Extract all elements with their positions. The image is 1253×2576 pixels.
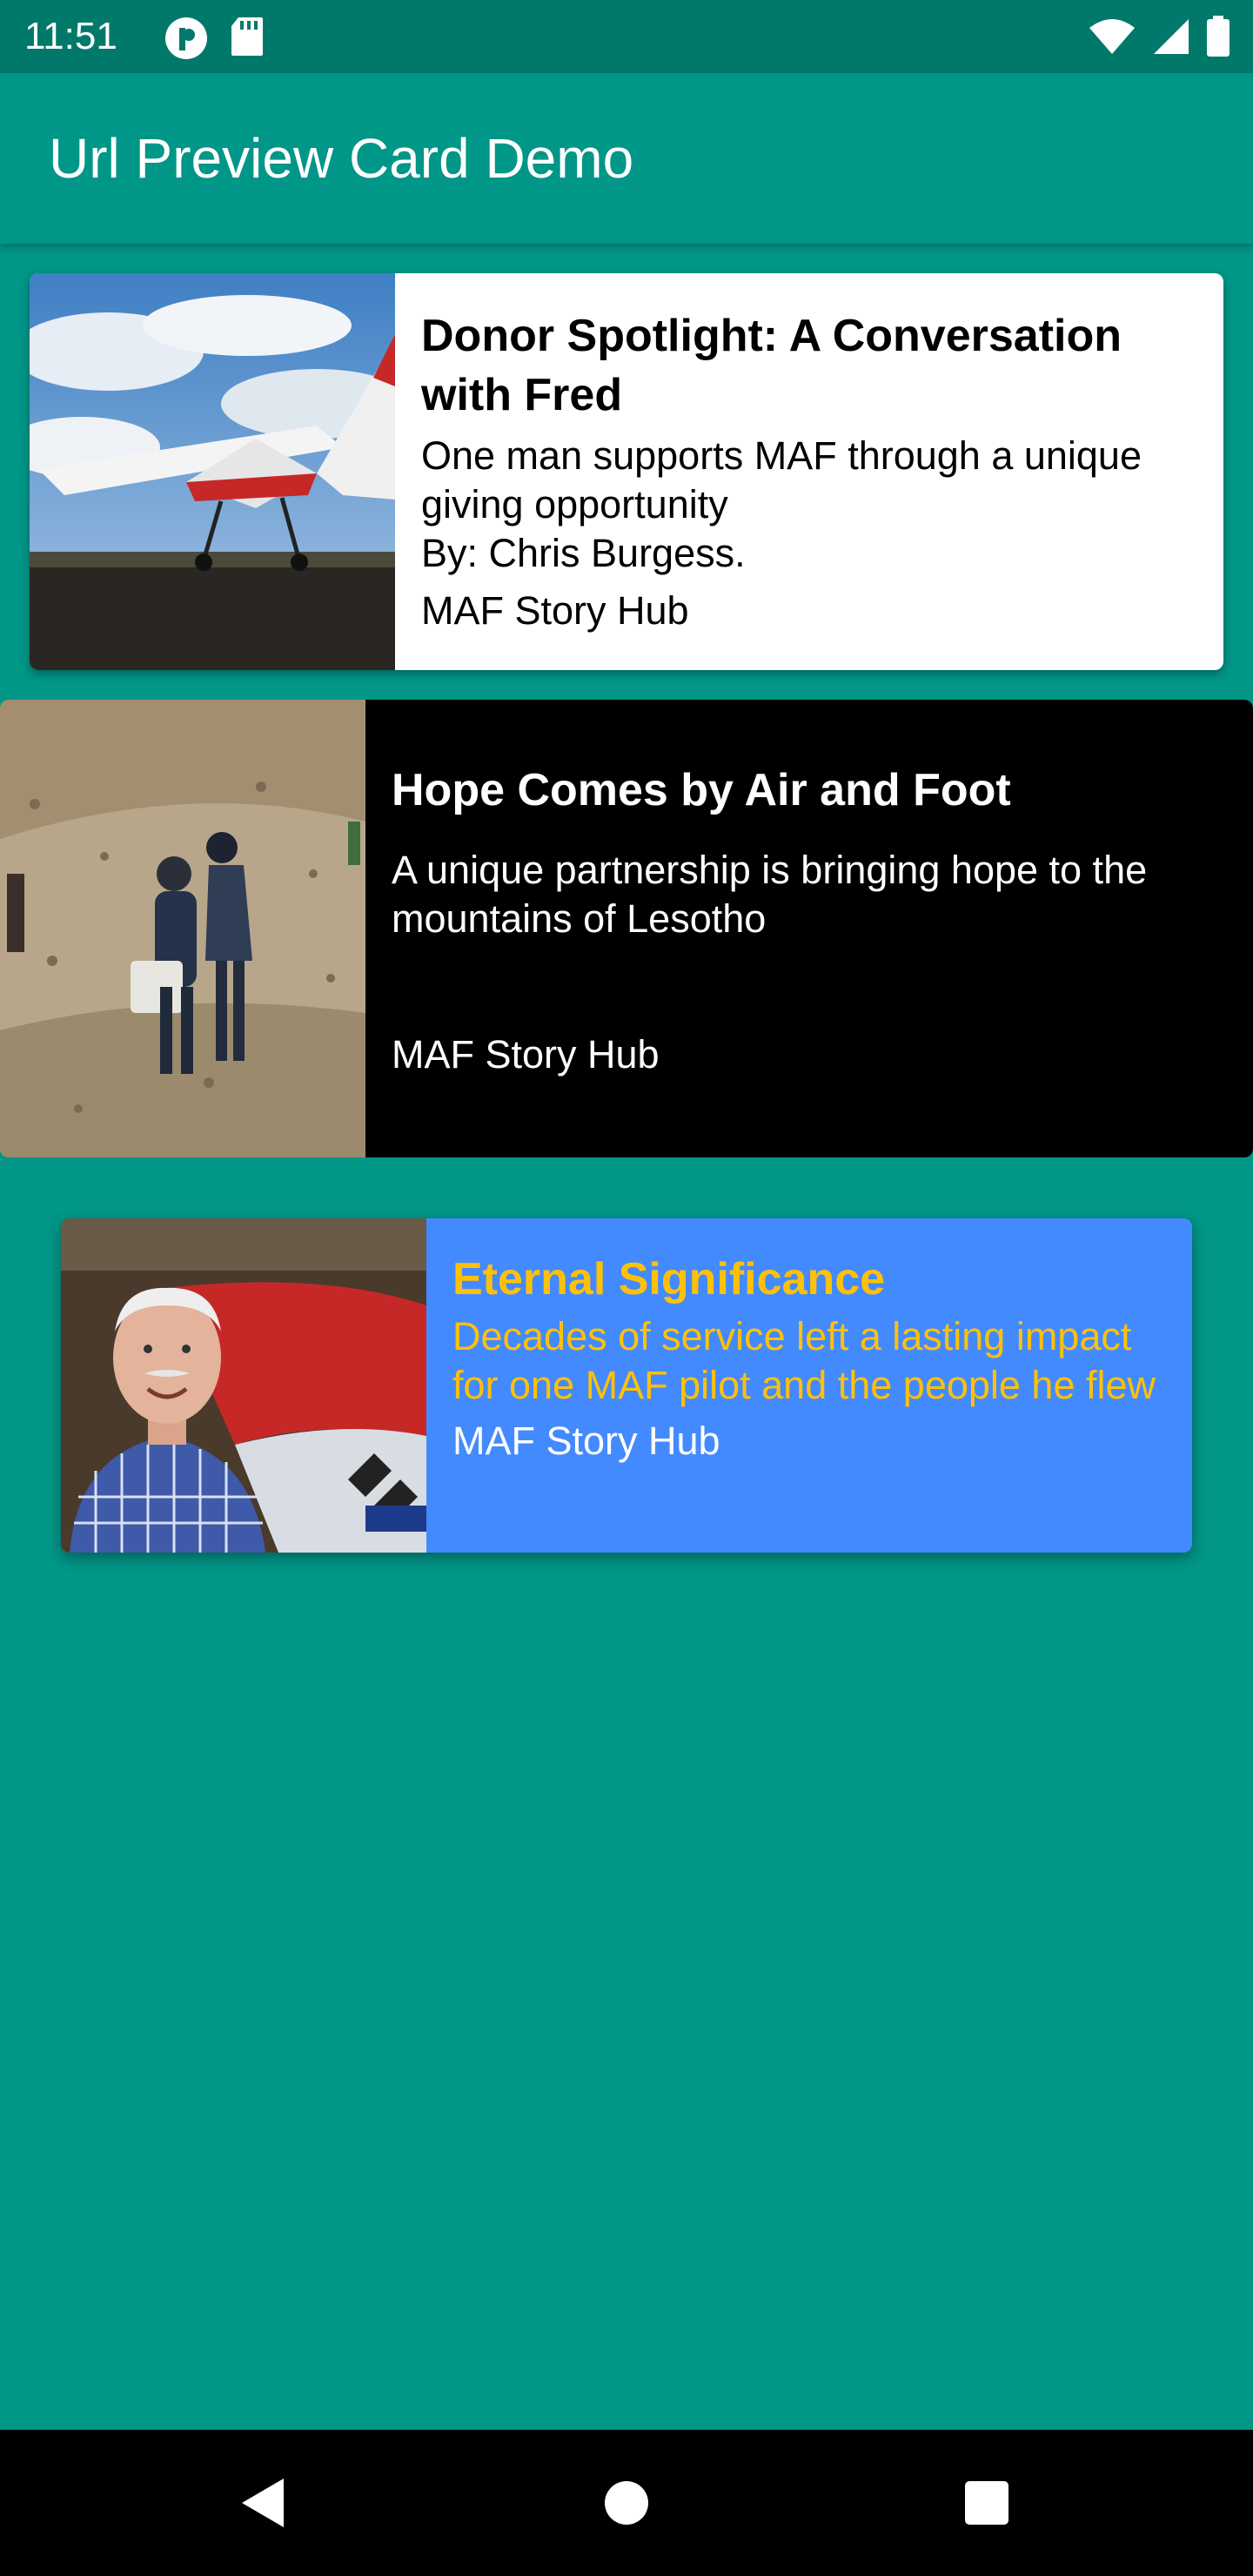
card-thumbnail-hillside — [0, 700, 365, 1157]
pilot-portrait-photo — [61, 1218, 426, 1553]
nav-home-button[interactable] — [566, 2430, 687, 2576]
airplane-photo — [30, 273, 395, 670]
card-description: Decades of service left a lasting impact… — [452, 1314, 1156, 1407]
status-bar: 11:51 — [0, 0, 1253, 73]
status-time: 11:51 — [24, 15, 117, 57]
url-preview-card-2[interactable]: Hope Comes by Air and Foot A unique part… — [0, 700, 1253, 1157]
card-site-name: MAF Story Hub — [392, 1032, 660, 1077]
card-description: One man supports MAF through a unique gi… — [421, 433, 1142, 575]
wifi-icon — [1089, 19, 1135, 54]
card-body: Hope Comes by Air and Foot A unique part… — [365, 700, 1253, 1157]
status-right-icons — [1088, 16, 1230, 57]
card-body: Donor Spotlight: A Conversation with Fre… — [395, 273, 1223, 670]
cell-signal-icon — [1154, 19, 1189, 54]
navigation-bar — [0, 2430, 1253, 2576]
card-thumbnail-airplane — [30, 273, 395, 670]
card-title: Donor Spotlight: A Conversation with Fre… — [421, 311, 1122, 420]
url-preview-card-1[interactable]: Donor Spotlight: A Conversation with Fre… — [30, 273, 1223, 670]
status-left-icons — [164, 16, 265, 61]
people-on-hillside-photo — [0, 700, 365, 1157]
nav-recents-button[interactable] — [926, 2430, 1048, 2576]
back-icon — [242, 2479, 284, 2527]
battery-icon — [1207, 16, 1230, 57]
app-bar: Url Preview Card Demo — [0, 73, 1253, 244]
nav-back-button[interactable] — [202, 2430, 324, 2576]
sd-card-icon — [231, 17, 263, 56]
app-title: Url Preview Card Demo — [49, 127, 634, 190]
card-description: A unique partnership is bringing hope to… — [392, 848, 1148, 941]
card-site-name: MAF Story Hub — [421, 588, 689, 633]
home-icon — [605, 2481, 648, 2525]
card-site-name: MAF Story Hub — [452, 1419, 720, 1463]
recents-icon — [965, 2481, 1008, 2525]
card-title: Hope Comes by Air and Foot — [392, 765, 1011, 815]
card-thumbnail-pilot — [61, 1218, 426, 1553]
card-body: Eternal Significance Decades of service … — [426, 1218, 1192, 1553]
circle-p-icon — [165, 17, 207, 59]
url-preview-card-3[interactable]: Eternal Significance Decades of service … — [61, 1218, 1192, 1553]
card-title: Eternal Significance — [452, 1254, 886, 1305]
